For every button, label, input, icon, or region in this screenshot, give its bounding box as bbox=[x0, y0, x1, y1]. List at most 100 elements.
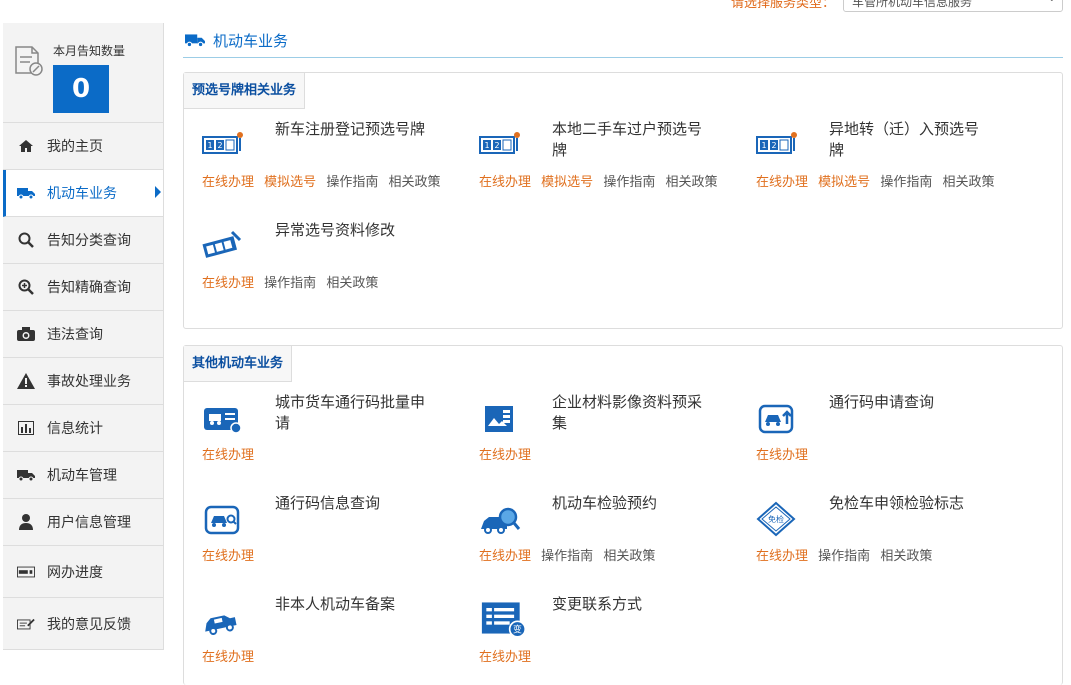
search-icon bbox=[17, 232, 35, 248]
notice-count-label: 本月告知数量 bbox=[53, 44, 126, 58]
service-name: 异常选号资料修改 bbox=[275, 221, 396, 239]
sidebar-item-label: 机动车管理 bbox=[47, 468, 117, 484]
sidebar-item-category-query[interactable]: 告知分类查询 bbox=[3, 217, 163, 264]
sidebar-item-progress[interactable]: 网办进度 bbox=[3, 546, 163, 598]
service-card: 通行码信息查询 在线办理 bbox=[184, 493, 434, 573]
plate-edit-icon bbox=[202, 230, 242, 258]
service-name: 通行码信息查询 bbox=[275, 494, 381, 512]
online-apply-link[interactable]: 在线办理 bbox=[202, 448, 254, 463]
service-links: 在线办理 模拟选号 操作指南 相关政策 bbox=[202, 171, 446, 190]
simulate-select-link[interactable]: 模拟选号 bbox=[818, 175, 870, 190]
sidebar-item-label: 事故处理业务 bbox=[47, 374, 131, 390]
notice-count[interactable]: 0 bbox=[53, 65, 109, 113]
car-inspection-icon bbox=[481, 507, 521, 534]
service-type-label: 请选择服务类型： bbox=[730, 0, 835, 11]
page-title: 机动车业务 bbox=[183, 23, 1063, 58]
policy-link[interactable]: 相关政策 bbox=[942, 175, 994, 190]
service-card: 异常选号资料修改 在线办理 操作指南 相关政策 bbox=[184, 220, 434, 300]
service-card: 12 新车注册登记预选号牌 在线办理 模拟选号 操作指南 相关政策 bbox=[184, 119, 440, 199]
online-apply-link[interactable]: 在线办理 bbox=[202, 549, 254, 564]
sidebar-item-user-info[interactable]: 用户信息管理 bbox=[3, 499, 163, 546]
online-apply-link[interactable]: 在线办理 bbox=[479, 175, 531, 190]
sidebar-item-label: 告知精确查询 bbox=[47, 280, 131, 296]
sidebar-item-statistics[interactable]: 信息统计 bbox=[3, 405, 163, 452]
svg-text:2: 2 bbox=[771, 141, 776, 150]
home-icon bbox=[17, 138, 35, 154]
sidebar-item-vehicle-management[interactable]: 机动车管理 bbox=[3, 452, 163, 499]
online-apply-link[interactable]: 在线办理 bbox=[756, 175, 808, 190]
page-title-text: 机动车业务 bbox=[213, 31, 289, 50]
service-links: 在线办理 操作指南 相关政策 bbox=[202, 272, 384, 291]
notice-summary: 本月告知数量 0 bbox=[3, 23, 163, 123]
service-name: 机动车检验预约 bbox=[552, 494, 658, 512]
service-links: 在线办理 模拟选号 操作指南 相关政策 bbox=[756, 171, 1000, 190]
car-record-icon bbox=[205, 615, 237, 635]
car-search-icon bbox=[204, 505, 240, 535]
sidebar-item-vehicle-business[interactable]: 机动车业务 bbox=[3, 170, 163, 217]
service-links: 在线办理 操作指南 相关政策 bbox=[756, 545, 938, 564]
policy-link[interactable]: 相关政策 bbox=[880, 549, 932, 564]
warning-icon bbox=[17, 373, 35, 389]
section-plate-preselect: 预选号牌相关业务 12 新车注册登记预选号牌 在线办理 模拟选号 操作指南 相关… bbox=[183, 72, 1063, 329]
car-upload-icon bbox=[758, 404, 794, 434]
guide-link[interactable]: 操作指南 bbox=[326, 175, 378, 190]
exempt-badge-text: 免检 bbox=[768, 514, 784, 524]
service-card: 12 本地二手车过户预选号牌 在线办理 模拟选号 操作指南 相关政策 bbox=[461, 119, 717, 199]
service-links: 在线办理 bbox=[479, 646, 537, 665]
policy-link[interactable]: 相关政策 bbox=[388, 175, 440, 190]
progress-icon bbox=[17, 564, 35, 580]
online-apply-link[interactable]: 在线办理 bbox=[479, 448, 531, 463]
online-apply-link[interactable]: 在线办理 bbox=[202, 276, 254, 291]
sidebar-item-home[interactable]: 我的主页 bbox=[3, 123, 163, 170]
contact-change-icon: 变 bbox=[481, 602, 527, 638]
service-links: 在线办理 模拟选号 操作指南 相关政策 bbox=[479, 171, 723, 190]
image-document-icon bbox=[485, 406, 513, 432]
svg-text:2: 2 bbox=[217, 141, 222, 150]
online-apply-link[interactable]: 在线办理 bbox=[202, 175, 254, 190]
service-links: 在线办理 bbox=[479, 444, 537, 463]
sidebar-item-accident[interactable]: 事故处理业务 bbox=[3, 358, 163, 405]
sidebar-item-feedback[interactable]: 我的意见反馈 bbox=[3, 598, 163, 650]
online-apply-link[interactable]: 在线办理 bbox=[756, 448, 808, 463]
top-bar: 请选择服务类型： 车管所机动车信息服务 ⌄ bbox=[0, 0, 1071, 14]
policy-link[interactable]: 相关政策 bbox=[665, 175, 717, 190]
service-name: 变更联系方式 bbox=[552, 595, 643, 613]
service-type-value: 车管所机动车信息服务 bbox=[852, 0, 973, 9]
service-type-select[interactable]: 车管所机动车信息服务 ⌄ bbox=[843, 0, 1063, 12]
online-apply-link[interactable]: 在线办理 bbox=[479, 650, 531, 665]
online-apply-link[interactable]: 在线办理 bbox=[479, 549, 531, 564]
guide-link[interactable]: 操作指南 bbox=[603, 175, 655, 190]
online-apply-link[interactable]: 在线办理 bbox=[202, 650, 254, 665]
truck-icon bbox=[185, 34, 205, 48]
sidebar-item-label: 网办进度 bbox=[47, 564, 103, 581]
service-links: 在线办理 操作指南 相关政策 bbox=[479, 545, 661, 564]
guide-link[interactable]: 操作指南 bbox=[880, 175, 932, 190]
license-plate-icon: 12 bbox=[202, 132, 243, 154]
sidebar-item-violation-query[interactable]: 违法查询 bbox=[3, 311, 163, 358]
license-plate-icon: 12 bbox=[479, 132, 520, 154]
truck-icon bbox=[17, 185, 35, 201]
simulate-select-link[interactable]: 模拟选号 bbox=[541, 175, 593, 190]
service-card: 12 异地转（迁）入预选号牌 在线办理 模拟选号 操作指南 相关政策 bbox=[738, 119, 994, 199]
sidebar-item-exact-query[interactable]: 告知精确查询 bbox=[3, 264, 163, 311]
inspection-exempt-icon: 免检 bbox=[756, 501, 796, 537]
simulate-select-link[interactable]: 模拟选号 bbox=[264, 175, 316, 190]
service-card: 变 变更联系方式 在线办理 bbox=[461, 594, 711, 674]
chevron-down-icon: ⌄ bbox=[1048, 0, 1056, 4]
policy-link[interactable]: 相关政策 bbox=[326, 276, 378, 291]
svg-text:1: 1 bbox=[761, 141, 766, 150]
sidebar-item-label: 信息统计 bbox=[47, 421, 103, 437]
user-icon bbox=[17, 514, 35, 530]
service-card: 机动车检验预约 在线办理 操作指南 相关政策 bbox=[461, 493, 711, 573]
section-title: 其他机动车业务 bbox=[184, 346, 293, 382]
main-content: 机动车业务 预选号牌相关业务 12 新车注册登记预选号牌 在线办理 模拟选号 操… bbox=[183, 23, 1063, 685]
camera-icon bbox=[17, 326, 35, 342]
online-apply-link[interactable]: 在线办理 bbox=[756, 549, 808, 564]
service-name: 新车注册登记预选号牌 bbox=[275, 120, 426, 138]
truck-icon bbox=[17, 467, 35, 483]
guide-link[interactable]: 操作指南 bbox=[541, 549, 593, 564]
sidebar-item-label: 机动车业务 bbox=[47, 186, 117, 202]
policy-link[interactable]: 相关政策 bbox=[603, 549, 655, 564]
guide-link[interactable]: 操作指南 bbox=[818, 549, 870, 564]
guide-link[interactable]: 操作指南 bbox=[264, 276, 316, 291]
